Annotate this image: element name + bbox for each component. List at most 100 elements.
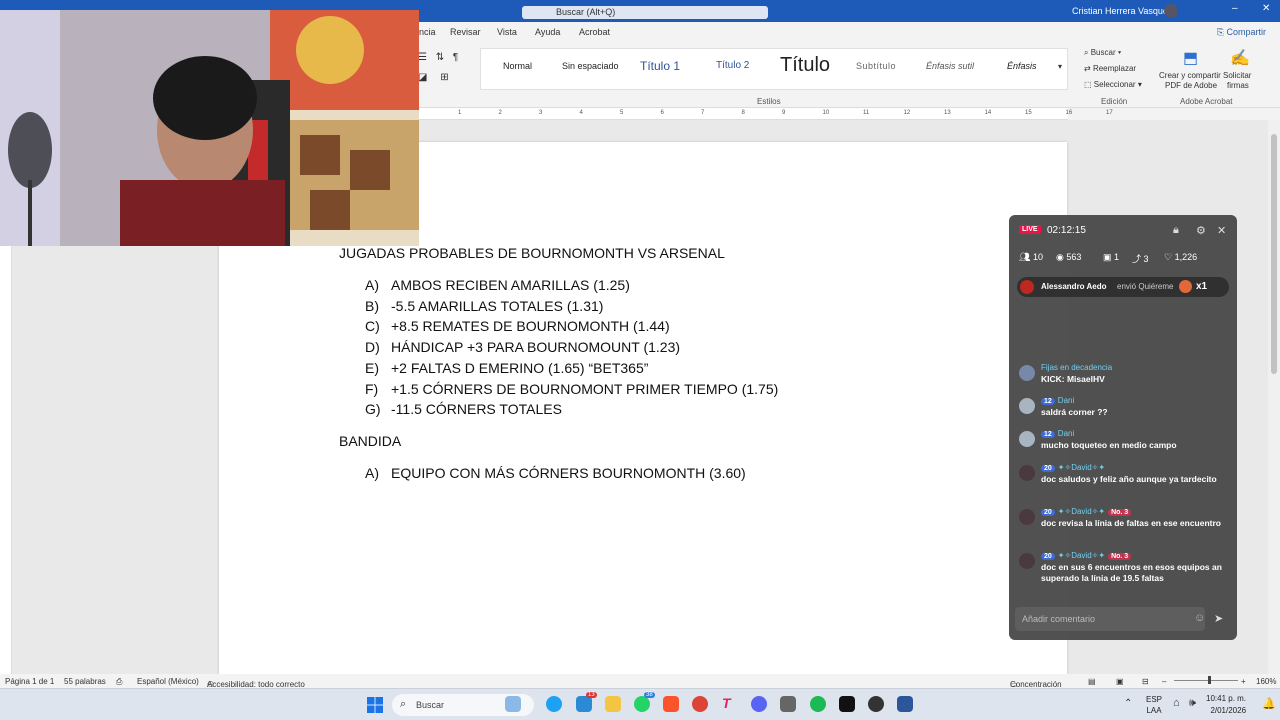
typora-icon[interactable]: T (722, 695, 731, 711)
tab-review[interactable]: Revisar (450, 27, 481, 37)
network-icon[interactable]: ⌂ (1173, 697, 1180, 709)
notification-badge-1: 13 (586, 692, 597, 698)
chat-avatar[interactable] (1019, 509, 1035, 525)
chevron-up-icon[interactable]: ⌃ (1124, 698, 1132, 709)
web-layout-icon[interactable]: ⊟ (1142, 677, 1149, 686)
shading-icon[interactable]: ◪ (418, 72, 427, 83)
obs-icon[interactable] (868, 696, 884, 712)
widgets-icon[interactable] (505, 696, 521, 712)
ruler-number: 10 (822, 110, 830, 116)
zoom-in-icon[interactable]: + (1241, 677, 1246, 686)
style-subtitle[interactable]: Subtítulo (856, 61, 896, 71)
user-name[interactable]: Cristian Herrera Vasquez (1072, 6, 1172, 16)
replace-button[interactable]: ⇄ Reemplazar (1084, 64, 1136, 73)
spotify-icon[interactable] (810, 696, 826, 712)
list-item: +2 FALTAS D EMERINO (1.65) “BET365” (391, 359, 649, 376)
styles-scroll[interactable]: ▾ (1058, 62, 1062, 71)
lock-icon[interactable]: 🔒︎ (1173, 224, 1179, 237)
tab-acrobat[interactable]: Acrobat (579, 27, 610, 37)
chat-avatar[interactable] (1019, 365, 1035, 381)
notifications-icon[interactable]: 🔔 (1262, 697, 1276, 710)
request-sign-label-2[interactable]: firmas (1227, 81, 1249, 90)
windows-start-icon[interactable] (367, 697, 383, 713)
style-normal[interactable]: Normal (503, 61, 532, 71)
sort-icon[interactable]: ⇅ (436, 52, 444, 63)
avatar[interactable] (1164, 4, 1178, 18)
create-pdf-label-1[interactable]: Crear y compartir (1159, 71, 1221, 80)
minimize-button[interactable]: – (1232, 3, 1238, 14)
search-box[interactable]: Buscar (Alt+Q) (522, 6, 768, 19)
word-count[interactable]: 55 palabras (64, 677, 106, 686)
file-explorer-icon[interactable] (605, 696, 621, 712)
emoji-icon[interactable]: ☺ (1194, 612, 1205, 624)
chat-avatar[interactable] (1019, 398, 1035, 414)
pdf-icon[interactable]: ⬒ (1183, 48, 1198, 68)
style-emphasis[interactable]: Énfasis (1007, 61, 1037, 71)
chat-username[interactable]: Fijas en decadencia (1041, 363, 1112, 372)
discord-icon[interactable] (751, 696, 767, 712)
align-icon[interactable]: ☰ (418, 52, 427, 63)
input-language[interactable]: ESP LAA (1146, 694, 1162, 716)
proofing-icon[interactable]: ⎙ (116, 677, 122, 687)
send-icon[interactable]: ➤ (1214, 612, 1223, 625)
app-icon-1[interactable] (576, 696, 592, 712)
vertical-ruler[interactable] (0, 246, 12, 674)
brave-icon[interactable] (663, 696, 679, 712)
tab-references[interactable]: ncia (419, 27, 436, 37)
borders-icon[interactable]: ⊞ (440, 72, 448, 83)
word-icon[interactable] (897, 696, 913, 712)
select-button[interactable]: ⬚ Seleccionar ▾ (1084, 80, 1142, 89)
chat-username[interactable]: 20 ✦✧David✧✦ (1041, 463, 1105, 472)
zoom-slider[interactable] (1174, 680, 1238, 681)
close-icon[interactable]: ✕ (1217, 224, 1226, 237)
chat-username[interactable]: 12 Dani (1041, 396, 1074, 405)
chat-avatar[interactable] (1019, 465, 1035, 481)
chat-username[interactable]: 12 Dani (1041, 429, 1074, 438)
vertical-scrollbar[interactable] (1268, 120, 1280, 674)
clock[interactable]: 10:41 p. m. 2/01/2026 (1206, 693, 1246, 717)
gift-sender-avatar (1020, 280, 1034, 294)
read-mode-icon[interactable]: ▤ (1088, 677, 1096, 686)
ruler-number: 1 (458, 110, 462, 116)
tab-help[interactable]: Ayuda (535, 27, 560, 37)
print-layout-icon[interactable]: ▣ (1116, 677, 1124, 686)
create-pdf-label-2[interactable]: PDF de Adobe (1165, 81, 1217, 90)
volume-icon[interactable]: 🕪 (1189, 697, 1196, 710)
calculator-icon[interactable] (780, 696, 796, 712)
style-no-spacing[interactable]: Sin espaciado (562, 61, 619, 71)
style-heading2[interactable]: Título 2 (716, 60, 749, 71)
zoom-slider-thumb[interactable] (1208, 676, 1211, 684)
chrome-icon[interactable] (692, 696, 708, 712)
pilcrow-icon[interactable]: ¶ (453, 52, 458, 63)
rank-badge: No. 3 (1108, 509, 1132, 516)
page-count[interactable]: Página 1 de 1 (5, 677, 54, 686)
style-title[interactable]: Título (780, 54, 830, 77)
horizontal-ruler[interactable]: 1 2 3 4 5 6 7 8 9 10 11 12 13 14 15 16 17 (418, 108, 1113, 120)
comment-input[interactable]: Añadir comentario (1015, 607, 1205, 631)
tab-view[interactable]: Vista (497, 27, 517, 37)
request-sign-label-1[interactable]: Solicitar (1223, 71, 1251, 80)
style-subtle-emphasis[interactable]: Énfasis sutil (926, 61, 974, 71)
chat-username[interactable]: 20 ✦✧David✧✦ No. 3 (1041, 551, 1132, 560)
tiktok-icon[interactable] (839, 696, 855, 712)
list-item-letter: D) (365, 339, 380, 356)
find-button[interactable]: ⌕ Buscar ▾ (1084, 48, 1121, 58)
edge-icon[interactable] (546, 696, 562, 712)
chat-avatar[interactable] (1019, 431, 1035, 447)
zoom-level[interactable]: 160% (1256, 677, 1276, 686)
stat-likes: ♡ 1,226 (1164, 252, 1198, 262)
scrollbar-thumb[interactable] (1271, 134, 1277, 374)
zoom-out-icon[interactable]: – (1162, 677, 1166, 686)
list-item: -11.5 CÓRNERS TOTALES (391, 401, 562, 418)
close-button[interactable]: ✕ (1262, 3, 1270, 14)
chat-avatar[interactable] (1019, 553, 1035, 569)
chat-username[interactable]: 20 ✦✧David✧✦ No. 3 (1041, 507, 1132, 516)
style-heading1[interactable]: Título 1 (640, 59, 680, 73)
language-status[interactable]: Español (México) (137, 677, 199, 686)
whatsapp-icon[interactable] (634, 696, 650, 712)
settings-icon[interactable]: ⚙ (1196, 224, 1206, 237)
ruler-number: 13 (944, 110, 951, 116)
chat-message-text: doc saludos y feliz año aunque ya tardec… (1041, 474, 1217, 484)
signature-icon[interactable]: ✍ (1230, 48, 1250, 68)
share-button[interactable]: ⎘ Compartir (1217, 27, 1266, 38)
